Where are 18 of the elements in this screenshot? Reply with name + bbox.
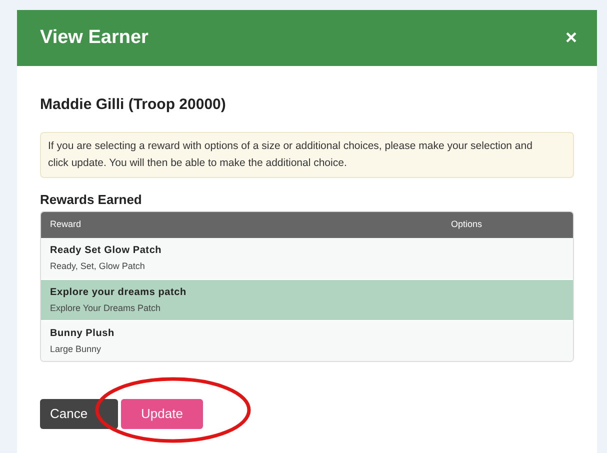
reward-option: Explore Your Dreams Patch <box>50 302 573 316</box>
column-header: Options <box>451 218 482 232</box>
dialog-title: View Earner <box>40 26 148 50</box>
reward-option: Ready, Set, Glow Patch <box>50 260 573 274</box>
reward-row[interactable]: Ready Set Glow Patch Ready, Set, Glow Patch <box>41 238 573 279</box>
reward-title: Bunny Plush <box>50 326 116 341</box>
reward-title: Ready Set Glow Patch <box>50 244 163 258</box>
reward-title: Explore your dreams patch <box>50 286 188 300</box>
update-button[interactable]: Update <box>121 399 203 429</box>
close-button[interactable]: × <box>565 28 577 48</box>
notice-text: If you are selecting a reward with options of a size or additional choices, please make your selection and click update. You will then be able to make the additional choice. <box>48 138 534 170</box>
reward-row[interactable]: Bunny Plush Large Bunny <box>41 320 573 361</box>
reward-row[interactable]: Explore your dreams patch Explore Your Dreams Patch <box>41 279 573 320</box>
cancel-button[interactable]: Cance <box>40 399 118 429</box>
section-heading: Rewards Earned <box>40 190 143 208</box>
reward-option: Large Bunny <box>50 342 573 356</box>
earner-name: Maddie Gilli (Troop 20000) <box>40 95 227 115</box>
column-header: Reward <box>49 218 82 232</box>
